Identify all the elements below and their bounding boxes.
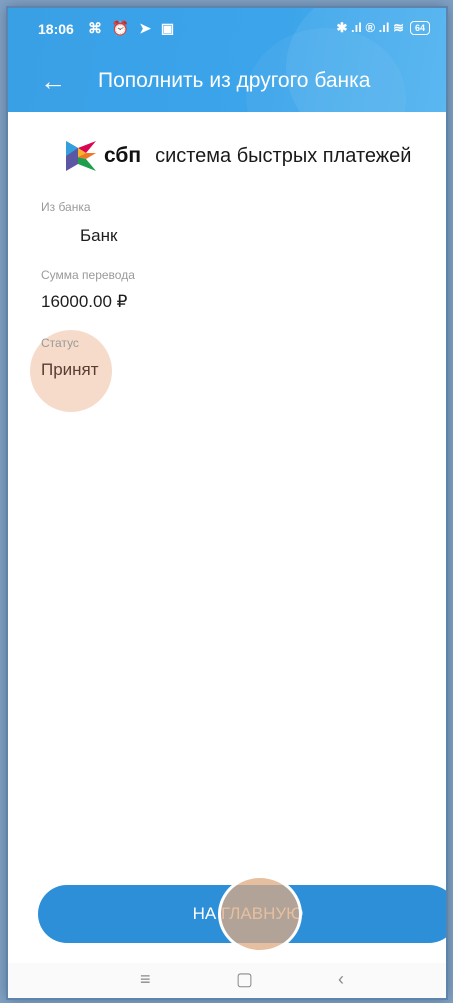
app-header: 18:06 ⌘ ⏰ ➤ ▣ ✱ .ıl ® .ıl ≋ 64 ← Пополни… — [8, 8, 446, 112]
signal-icons: ✱ .ıl ® .ıl ≋ — [336, 20, 404, 35]
page-title: Пополнить из другого банка — [98, 69, 371, 92]
amount-value: 16000.00 ₽ — [41, 292, 128, 311]
sbp-logo-icon — [66, 141, 96, 171]
home-icon[interactable]: ▢ — [236, 969, 253, 990]
phone-screen: 18:06 ⌘ ⏰ ➤ ▣ ✱ .ıl ® .ıl ≋ 64 ← Пополни… — [8, 8, 446, 998]
from-bank-value: Банк — [80, 226, 118, 245]
battery-icon: 64 — [409, 21, 430, 35]
notification-icons: ⌘ ⏰ ➤ ▣ — [88, 20, 178, 36]
sbp-logo-block: сбп система быстрых платежей — [64, 134, 411, 178]
system-icons: ✱ .ıl ® .ıl ≋ 64 — [336, 20, 430, 36]
system-nav-bar: ≡ ▢ ‹ — [8, 963, 446, 998]
sbp-abbreviation: сбп — [104, 144, 142, 167]
status-value: Принят — [41, 360, 99, 379]
amount-label: Сумма перевода — [41, 268, 135, 282]
back-icon[interactable]: ‹ — [338, 969, 344, 990]
sbp-full-name: система быстрых платежей — [155, 144, 412, 167]
status-time: 18:06 — [38, 21, 74, 37]
menu-icon[interactable]: ≡ — [140, 969, 151, 990]
status-bar: 18:06 ⌘ ⏰ ➤ ▣ ✱ .ıl ® .ıl ≋ 64 — [8, 8, 446, 48]
back-arrow-icon[interactable]: ← — [38, 66, 68, 96]
tap-indicator — [218, 875, 302, 953]
status-label: Статус — [41, 336, 79, 350]
from-bank-label: Из банка — [41, 200, 91, 214]
